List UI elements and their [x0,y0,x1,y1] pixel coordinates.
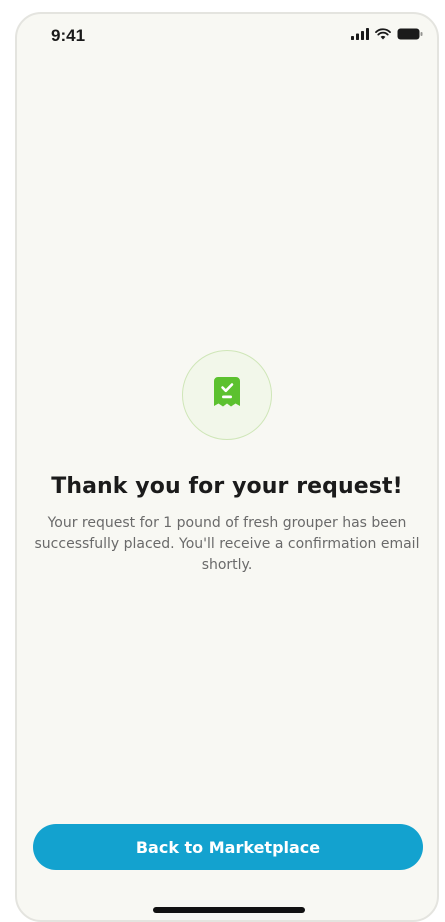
battery-icon [397,28,423,40]
wifi-icon [375,28,391,40]
confirmation-message: Your request for 1 pound of fresh groupe… [34,515,420,573]
cellular-signal-icon [351,28,369,40]
back-to-marketplace-button[interactable]: Back to Marketplace [33,824,423,870]
phone-screen: 9:41 Thank you for your request! Your re… [15,12,439,922]
home-indicator [153,907,305,913]
confirmation-panel: Thank you for your request! Your request… [17,350,437,576]
status-bar: 9:41 [17,14,437,58]
confirmation-title: Thank you for your request! [51,474,403,499]
status-icons [351,28,423,40]
success-badge [182,350,272,440]
receipt-check-icon [214,377,240,413]
status-time: 9:41 [51,26,86,45]
